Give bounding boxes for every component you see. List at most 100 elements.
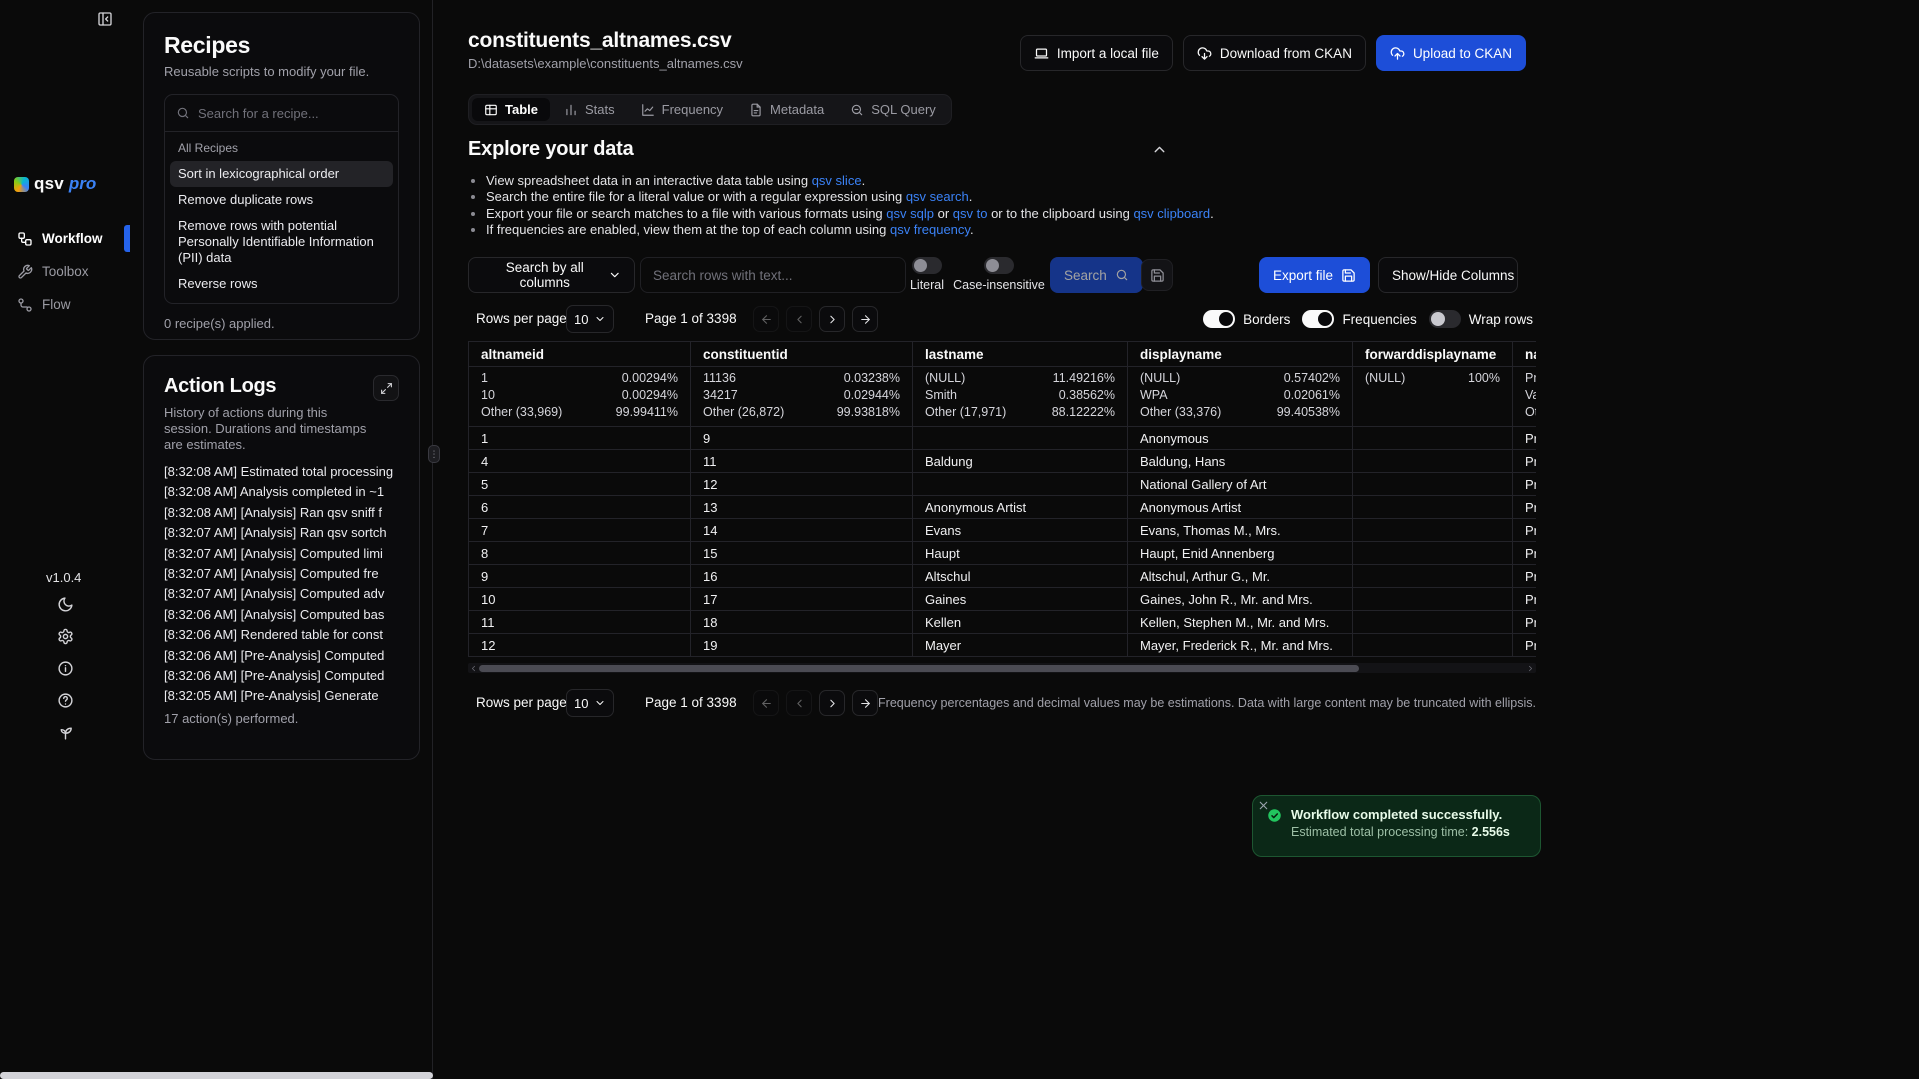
previous-page-button[interactable] [786,690,812,716]
table-cell: 19 [691,634,913,657]
upload-to-ckan-button[interactable]: Upload to CKAN [1376,35,1526,71]
tab-frequency[interactable]: Frequency [629,98,735,121]
last-page-button[interactable] [852,690,878,716]
download-from-ckan-button[interactable]: Download from CKAN [1183,35,1366,71]
qsv-link-qsv-clipboard[interactable]: qsv clipboard [1133,206,1210,221]
column-header-lastname[interactable]: lastname [913,342,1128,367]
table-cell [1353,450,1513,473]
scrollbar-thumb[interactable] [479,665,1359,672]
column-header-displayname[interactable]: displayname [1128,342,1353,367]
borders-label: Borders [1243,312,1290,327]
recipe-item[interactable]: Sort in lexicographical order [170,161,393,187]
first-page-button[interactable] [753,306,779,332]
collapse-explore-button[interactable] [1151,141,1168,158]
import-a-local-file-button[interactable]: Import a local file [1020,35,1173,71]
tab-stats[interactable]: Stats [552,98,627,121]
tab-table[interactable]: Table [472,98,550,121]
toolbox-icon [17,264,33,280]
explore-bullets: View spreadsheet data in an interactive … [468,173,1168,239]
table-row[interactable]: 916AltschulAltschul, Arthur G., Mr.Pre [469,565,1537,588]
action-logs-panel: Action Logs History of actions during th… [143,355,420,760]
table-cell: Anonymous Artist [1128,496,1353,519]
toast-close-button[interactable] [1257,799,1270,812]
recipe-item[interactable]: Reverse rows [170,271,393,297]
info-button[interactable] [57,660,74,677]
db-search-icon [850,103,864,117]
cloud-up-icon [1390,46,1405,61]
scroll-left-icon[interactable] [469,664,478,673]
table-row[interactable]: 1219MayerMayer, Frederick R., Mr. and Mr… [469,634,1537,657]
frequencies-toggle[interactable] [1302,310,1334,328]
table-icon [484,103,498,117]
previous-page-button[interactable] [786,306,812,332]
table-row[interactable]: 1017GainesGaines, John R., Mr. and Mrs.P… [469,588,1537,611]
chevron-right-icon [826,697,839,710]
rows-per-page-select[interactable]: 10 [566,689,614,717]
table-cell: Pre [1513,450,1537,473]
chevron-down-icon [594,313,606,325]
last-page-button[interactable] [852,306,878,332]
log-list[interactable]: [8:32:08 AM] Estimated total processing[… [164,462,399,702]
tab-sql-query[interactable]: SQL Query [838,98,948,121]
table-search-input[interactable] [640,257,906,293]
case-insensitive-toggle[interactable] [984,257,1014,274]
table-horizontal-scrollbar[interactable] [468,663,1536,673]
table-row[interactable]: 411BaldungBaldung, HansPre [469,450,1537,473]
sidebar-item-label: Toolbox [42,264,89,279]
collapse-sidebar-button[interactable] [97,11,113,27]
tab-metadata[interactable]: Metadata [737,98,836,121]
literal-toggle[interactable] [912,257,942,274]
sidebar-item-label: Workflow [42,231,103,246]
save-search-button[interactable] [1141,259,1173,291]
wrap-rows-toggle[interactable] [1429,310,1461,328]
column-header-forwarddisplayname[interactable]: forwarddisplayname [1353,342,1513,367]
table-cell: 13 [691,496,913,519]
export-file-button[interactable]: Export file [1259,257,1370,293]
recipe-search-input[interactable] [198,106,387,121]
table-cell: Altschul, Arthur G., Mr. [1128,565,1353,588]
expand-logs-button[interactable] [373,375,399,401]
table-row[interactable]: 1118KellenKellen, Stephen M., Mr. and Mr… [469,611,1537,634]
left-panel-horizontal-scrollbar[interactable] [0,1072,433,1079]
show-hide-columns-button[interactable]: Show/Hide Columns [1378,257,1518,293]
sidebar-item-workflow[interactable]: Workflow [0,222,130,255]
log-entry: [8:32:06 AM] Rendered table for const [164,625,399,645]
table-row[interactable]: 714EvansEvans, Thomas M., Mrs.Pre [469,519,1537,542]
table-row[interactable]: 613Anonymous ArtistAnonymous ArtistPre [469,496,1537,519]
sidebar-item-toolbox[interactable]: Toolbox [0,255,130,288]
rows-per-page-select[interactable]: 10 [566,305,614,333]
panel-resize-handle[interactable] [428,445,440,463]
explore-section: Explore your data View spreadsheet data … [468,138,1168,239]
settings-button[interactable] [57,628,74,645]
seedling-button[interactable] [57,724,74,741]
search-button[interactable]: Search [1050,257,1143,293]
table-row[interactable]: 19AnonymousPre [469,427,1537,450]
scroll-right-icon[interactable] [1526,664,1535,673]
borders-toggle[interactable] [1203,310,1235,328]
qsv-link-qsv-search[interactable]: qsv search [906,189,969,204]
table-cell: Kellen, Stephen M., Mr. and Mrs. [1128,611,1353,634]
table-cell [1353,611,1513,634]
recipe-item[interactable]: Remove rows with potential Personally Id… [170,213,393,271]
column-header-nan[interactable]: nan [1513,342,1537,367]
table-row[interactable]: 512National Gallery of ArtPre [469,473,1537,496]
recipe-item[interactable]: Remove duplicate rows [170,187,393,213]
column-header-altnameid[interactable]: altnameid [469,342,691,367]
help-button[interactable] [57,692,74,709]
qsv-link-qsv-to[interactable]: qsv to [953,206,988,221]
qsv-link-qsv-sqlp[interactable]: qsv sqlp [886,206,934,221]
qsv-link-qsv-frequency[interactable]: qsv frequency [890,222,970,237]
table-row[interactable]: 815HauptHaupt, Enid AnnenbergPre [469,542,1537,565]
column-filter-select[interactable]: Search by all columns [468,257,635,293]
first-page-button[interactable] [753,690,779,716]
dark-mode-button[interactable] [57,596,74,613]
qsv-link-qsv-slice[interactable]: qsv slice [812,173,862,188]
next-page-button[interactable] [819,306,845,332]
sidebar-item-flow[interactable]: Flow [0,288,130,321]
file-title: constituents_altnames.csv [468,29,731,53]
switch-knob [1431,312,1445,326]
next-page-button[interactable] [819,690,845,716]
table-cell: Evans, Thomas M., Mrs. [1128,519,1353,542]
laptop-icon [1034,46,1049,61]
column-header-constituentid[interactable]: constituentid [691,342,913,367]
